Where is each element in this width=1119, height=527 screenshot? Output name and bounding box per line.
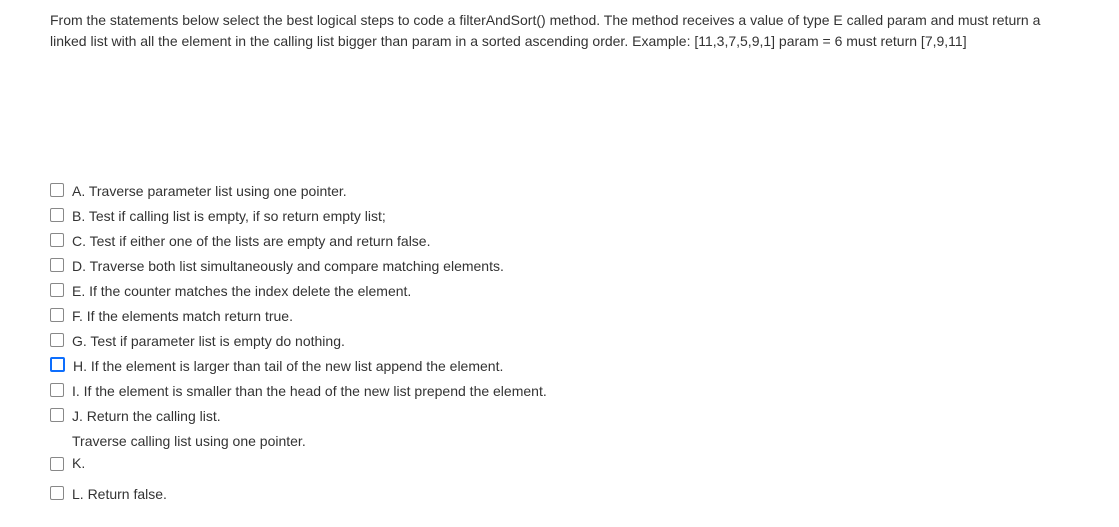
option-c-label: C. Test if either one of the lists are e… (72, 232, 430, 250)
option-b-label: B. Test if calling list is empty, if so … (72, 207, 386, 225)
option-a: A. Traverse parameter list using one poi… (50, 182, 1069, 202)
option-k-text: Traverse calling list using one pointer. (72, 432, 1069, 450)
option-c: C. Test if either one of the lists are e… (50, 232, 1069, 252)
option-j-label: J. Return the calling list. (72, 407, 221, 425)
option-i: I. If the element is smaller than the he… (50, 382, 1069, 402)
option-a-label: A. Traverse parameter list using one poi… (72, 182, 347, 200)
option-k: Traverse calling list using one pointer.… (50, 432, 1069, 472)
checkbox-f[interactable] (50, 308, 64, 322)
option-j: J. Return the calling list. (50, 407, 1069, 427)
options-list: A. Traverse parameter list using one poi… (50, 182, 1069, 505)
option-d-label: D. Traverse both list simultaneously and… (72, 257, 504, 275)
checkbox-a[interactable] (50, 183, 64, 197)
option-l-label: L. Return false. (72, 485, 167, 503)
option-h: H. If the element is larger than tail of… (50, 357, 1069, 377)
option-d: D. Traverse both list simultaneously and… (50, 257, 1069, 277)
option-i-label: I. If the element is smaller than the he… (72, 382, 547, 400)
checkbox-d[interactable] (50, 258, 64, 272)
option-g: G. Test if parameter list is empty do no… (50, 332, 1069, 352)
checkbox-e[interactable] (50, 283, 64, 297)
option-f-label: F. If the elements match return true. (72, 307, 293, 325)
option-g-label: G. Test if parameter list is empty do no… (72, 332, 345, 350)
checkbox-k[interactable] (50, 457, 64, 471)
option-k-label: K. (72, 454, 85, 472)
checkbox-j[interactable] (50, 408, 64, 422)
option-e: E. If the counter matches the index dele… (50, 282, 1069, 302)
checkbox-c[interactable] (50, 233, 64, 247)
option-b: B. Test if calling list is empty, if so … (50, 207, 1069, 227)
option-h-label: H. If the element is larger than tail of… (73, 357, 503, 375)
option-e-label: E. If the counter matches the index dele… (72, 282, 411, 300)
checkbox-i[interactable] (50, 383, 64, 397)
checkbox-b[interactable] (50, 208, 64, 222)
option-f: F. If the elements match return true. (50, 307, 1069, 327)
checkbox-h[interactable] (50, 357, 65, 372)
checkbox-g[interactable] (50, 333, 64, 347)
option-l: L. Return false. (50, 485, 1069, 505)
checkbox-l[interactable] (50, 486, 64, 500)
question-prompt: From the statements below select the bes… (50, 10, 1069, 52)
